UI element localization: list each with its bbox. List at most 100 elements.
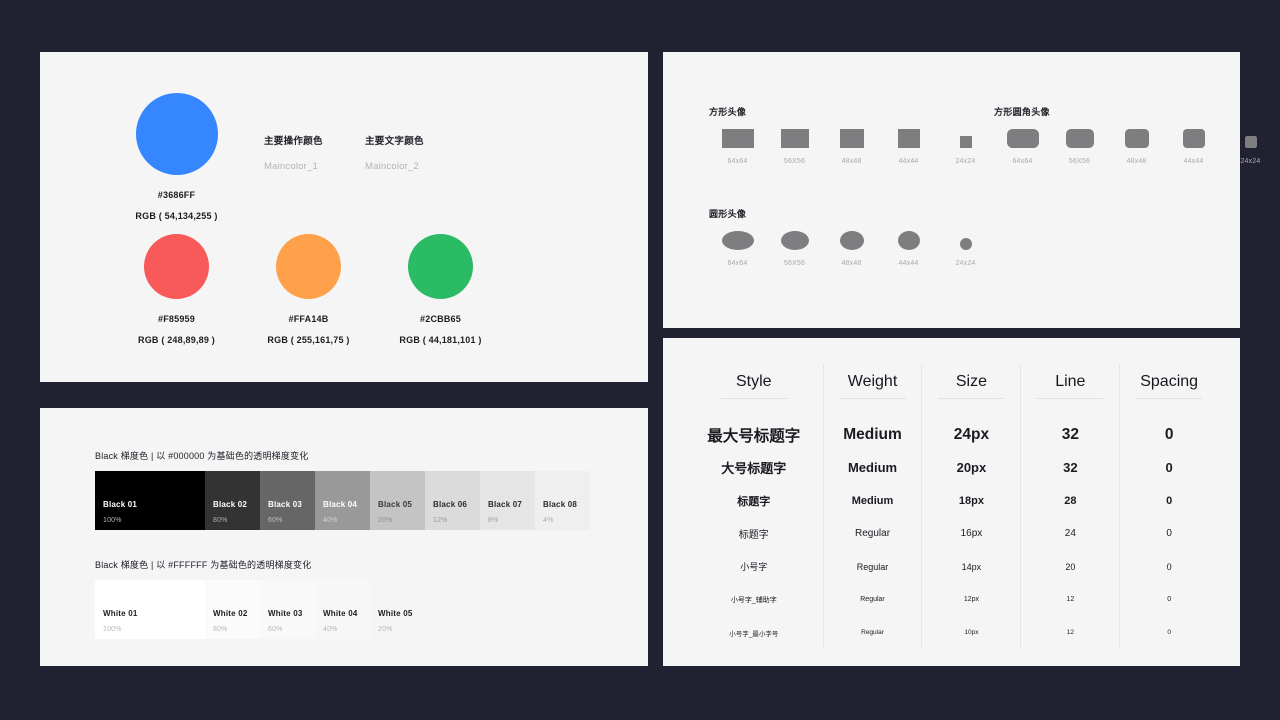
- type-spacing-cell: 0: [1119, 517, 1218, 550]
- gradient-swatch: Black 01 100%: [95, 471, 205, 530]
- avatar-item: 56X56: [766, 129, 823, 165]
- type-line-cell: 12: [1020, 583, 1120, 616]
- gradient-swatch: Black 06 12%: [425, 471, 480, 530]
- color-note-sub: Maincolor_1: [264, 161, 318, 172]
- type-size-cell: 12px: [921, 583, 1021, 616]
- avatar-size-label: 56X56: [1068, 158, 1091, 165]
- type-size-cell: 10px: [921, 616, 1021, 649]
- type-line-cell: 12: [1020, 616, 1120, 649]
- avatar-size-label: 56X56: [783, 260, 806, 267]
- gradient-swatch-name: Black 01: [103, 500, 138, 509]
- type-spacing-cell: 0: [1119, 616, 1218, 649]
- avatar-size-label: 24x24: [1240, 158, 1261, 165]
- gradient-swatch-name: White 04: [323, 609, 358, 618]
- gradient-swatch-percent: 40%: [323, 517, 338, 524]
- gradient-card: Black 梯度色 | 以 #000000 为基础色的透明梯度变化 Black …: [40, 408, 648, 666]
- spacer-cell: [1119, 408, 1218, 418]
- secondary-color-circle: [408, 234, 473, 299]
- avatar-circle-shape: [839, 231, 864, 250]
- avatar-square-shape: [721, 129, 754, 148]
- header-label: Spacing: [1136, 373, 1203, 399]
- avatar-size-label: 48x48: [841, 158, 862, 165]
- gradient-swatch-percent: 100%: [103, 517, 122, 524]
- gradient-swatch: White 02 80%: [205, 580, 260, 639]
- avatar-item: 24x24: [937, 129, 994, 165]
- avatar-group-title: 圆形头像: [709, 209, 747, 219]
- gradient-swatch: White 04 40%: [315, 580, 370, 639]
- avatar-circle-shape: [721, 231, 754, 250]
- type-weight-cell: Regular: [822, 517, 922, 550]
- avatar-size-label: 64x64: [727, 158, 748, 165]
- avatar-row: 64x64 56X56 48x48 44x44 24x24: [994, 129, 1279, 165]
- table-row: 小号字_辅助字 Regular 12px 12 0: [685, 583, 1218, 616]
- spacer-cell: [685, 408, 823, 418]
- type-style-cell: 标题字: [737, 495, 771, 508]
- type-spacing-cell: 0: [1119, 451, 1218, 484]
- header-label: Size: [938, 373, 1005, 399]
- avatar-row: 64x64 56X56 48x48 44x44 24x24: [709, 231, 994, 267]
- typography-card: Style Weight Size Line Spacing 最大号标题字 Me…: [663, 338, 1240, 666]
- table-row: 小号字_最小字号 Regular 10px 12 0: [685, 616, 1218, 649]
- color-note-title: 主要文字颜色: [365, 136, 424, 147]
- type-weight-cell: Regular: [822, 616, 922, 649]
- typography-table-head: Style Weight Size Line Spacing: [685, 364, 1218, 418]
- spacer-cell: [1020, 408, 1120, 418]
- gradient-swatch-name: Black 05: [378, 500, 413, 509]
- gradient-swatch: Black 08 4%: [535, 471, 590, 530]
- avatar-item: 44x44: [880, 231, 937, 267]
- type-size-cell: 18px: [921, 484, 1021, 517]
- gradient-swatch-name: Black 02: [213, 500, 248, 509]
- avatar-item: 48x48: [823, 231, 880, 267]
- avatar-circle-shape: [897, 231, 920, 250]
- avatar-rounded-shape: [1124, 129, 1149, 148]
- avatar-item: 44x44: [880, 129, 937, 165]
- avatar-item: 48x48: [823, 129, 880, 165]
- avatar-item: 24x24: [937, 231, 994, 267]
- gradient-swatch: Black 07 8%: [480, 471, 535, 530]
- main-color-circle: [135, 93, 218, 175]
- color-note-maincolor-2: 主要文字颜色 Maincolor_2: [365, 133, 424, 172]
- gradient-swatch: Black 05 20%: [370, 471, 425, 530]
- black-gradient-caption: Black 梯度色 | 以 #000000 为基础色的透明梯度变化: [95, 451, 309, 461]
- white-gradient-caption: Black 梯度色 | 以 #FFFFFF 为基础色的透明梯度变化: [95, 560, 312, 570]
- avatar-group-title: 方形头像: [709, 107, 747, 117]
- avatar-size-label: 44x44: [1183, 158, 1204, 165]
- gradient-swatch-percent: 100%: [103, 626, 122, 633]
- type-size-cell: 16px: [921, 517, 1021, 550]
- gradient-swatch-name: Black 06: [433, 500, 468, 509]
- avatar-rounded-shape: [1182, 129, 1205, 148]
- type-style-cell: 小号字_辅助字: [730, 596, 777, 604]
- gradient-swatch-name: Black 07: [488, 500, 523, 509]
- type-style-cell: 小号字: [740, 562, 768, 572]
- avatar-row: 64x64 56X56 48x48 44x44 24x24: [709, 129, 994, 165]
- type-spacing-cell: 0: [1119, 484, 1218, 517]
- header-label: Style: [720, 373, 787, 399]
- gradient-swatch-name: Black 03: [268, 500, 303, 509]
- color-note-title: 主要操作颜色: [264, 136, 323, 147]
- type-line-cell: 28: [1020, 484, 1120, 517]
- black-gradient-section: Black 梯度色 | 以 #000000 为基础色的透明梯度变化 Black …: [95, 449, 590, 530]
- header-cell-weight: Weight: [822, 364, 922, 408]
- gradient-swatch-name: White 02: [213, 609, 248, 618]
- avatar-item: 48x48: [1108, 129, 1165, 165]
- gradient-swatch-percent: 80%: [213, 517, 228, 524]
- avatar-item: 44x44: [1165, 129, 1222, 165]
- gradient-swatch: Black 02 80%: [205, 471, 260, 530]
- avatar-circle-shape: [959, 238, 972, 250]
- table-row: 标题字 Regular 16px 24 0: [685, 517, 1218, 550]
- avatar-item: 64x64: [994, 129, 1051, 165]
- type-style-cell: 小号字_最小字号: [729, 630, 779, 638]
- header-cell-line: Line: [1020, 364, 1120, 408]
- gradient-swatch: White 03 60%: [260, 580, 315, 639]
- type-line-cell: 32: [1020, 451, 1120, 484]
- type-size-cell: 20px: [921, 451, 1021, 484]
- white-gradient-strip: White 01 100% White 02 80% White 03 60% White …: [95, 580, 425, 639]
- type-style-cell: 大号标题字: [721, 461, 787, 476]
- avatar-item: 56X56: [1051, 129, 1108, 165]
- type-weight-cell: Medium: [822, 418, 922, 451]
- gradient-swatch-percent: 60%: [268, 626, 283, 633]
- avatar-square-shape: [839, 129, 864, 148]
- avatar-card: 方形头像 64x64 56X56 48x48 44x44 24x24 方形圆角头像 64…: [663, 52, 1260, 328]
- type-size-cell: 24px: [921, 418, 1021, 451]
- avatar-item: 64x64: [709, 129, 766, 165]
